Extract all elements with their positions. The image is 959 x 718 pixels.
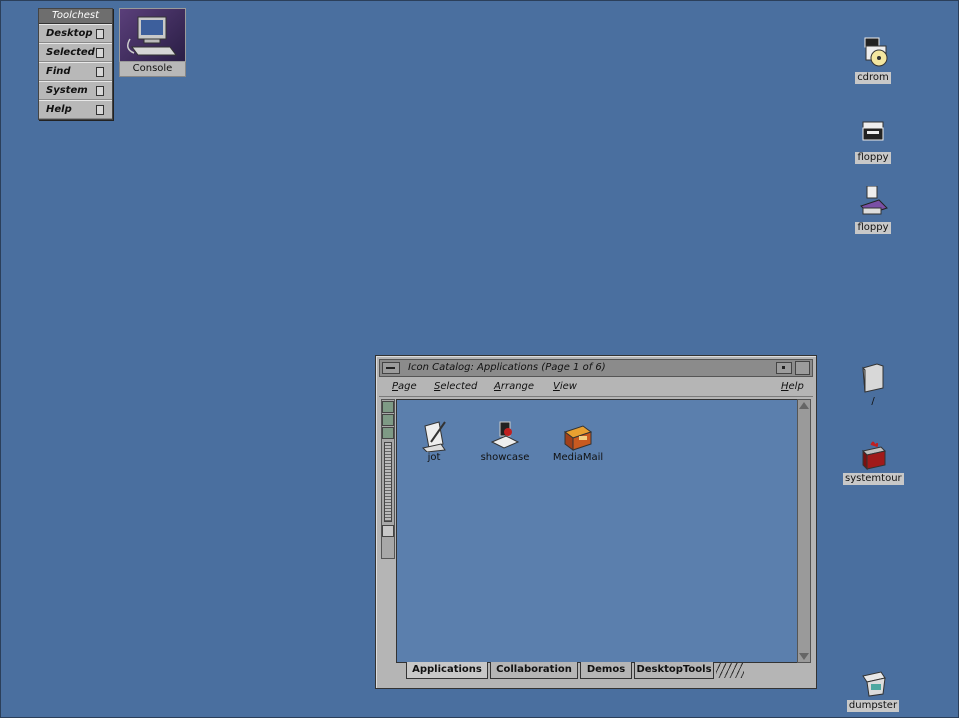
zoom-button[interactable] <box>382 427 394 439</box>
catalog-icon-showcase[interactable]: showcase <box>470 418 540 463</box>
tab-applications[interactable]: Applications <box>406 662 488 679</box>
window-title: Icon Catalog: Applications (Page 1 of 6) <box>408 362 606 373</box>
cdrom-label: cdrom <box>855 72 891 84</box>
folder-icon <box>853 360 893 394</box>
toolchest-item-selected[interactable]: Selected <box>39 43 112 62</box>
slider-end-button[interactable] <box>382 525 394 537</box>
catalog-icon-label: jot <box>427 452 441 463</box>
toolchest-item-help[interactable]: Help <box>39 100 112 119</box>
toolchest-item-label: Desktop <box>46 28 93 39</box>
icon-catalog-window: Icon Catalog: Applications (Page 1 of 6)… <box>375 355 817 689</box>
catalog-icon-area: jot showcase MediaMail <box>396 399 798 663</box>
size-slider[interactable] <box>384 442 392 522</box>
toolchest-item-label: Find <box>46 66 71 77</box>
toolchest-item-find[interactable]: Find <box>39 62 112 81</box>
grid-view-button[interactable] <box>382 414 394 426</box>
submenu-icon <box>96 105 104 115</box>
root-folder-desktop-icon[interactable]: / <box>843 360 903 408</box>
showcase-icon <box>488 418 522 452</box>
floppy-disk-icon <box>853 185 893 220</box>
tab-demos[interactable]: Demos <box>580 662 632 679</box>
submenu-icon <box>96 86 104 96</box>
catalog-icon-jot[interactable]: jot <box>399 418 469 463</box>
toolchest-item-label: Help <box>46 104 72 115</box>
cdrom-desktop-icon[interactable]: cdrom <box>843 36 903 84</box>
toolchest-item-desktop[interactable]: Desktop <box>39 24 112 43</box>
tab-desktoptools[interactable]: DesktopTools <box>634 662 714 679</box>
mediamail-icon <box>561 418 595 452</box>
page-control-bar <box>381 399 395 559</box>
maximize-button[interactable] <box>795 361 810 375</box>
submenu-icon <box>96 48 104 58</box>
floppy-label: floppy <box>855 222 891 234</box>
dumpster-label: dumpster <box>846 700 900 712</box>
menu-bar: Page Selected Arrange View Help <box>379 378 813 397</box>
vertical-scrollbar[interactable] <box>797 399 811 663</box>
submenu-icon <box>96 67 104 77</box>
floppy-label: floppy <box>855 152 891 164</box>
window-menu-button[interactable] <box>382 362 400 374</box>
menu-selected[interactable]: Selected <box>434 380 477 394</box>
gift-box-icon <box>853 437 893 471</box>
window-titlebar[interactable]: Icon Catalog: Applications (Page 1 of 6) <box>379 359 813 377</box>
toolchest-item-label: Selected <box>46 47 95 58</box>
console-icon-launcher[interactable]: Console <box>119 8 186 77</box>
scroll-up-arrow-icon[interactable] <box>799 402 809 409</box>
systemtour-desktop-icon[interactable]: systemtour <box>843 437 904 485</box>
menu-view[interactable]: View <box>553 380 577 394</box>
more-tabs-indicator[interactable] <box>716 662 744 678</box>
toolchest-item-system[interactable]: System <box>39 81 112 100</box>
systemtour-label: systemtour <box>843 473 904 485</box>
floppy-drive-icon <box>853 116 893 150</box>
submenu-icon <box>96 29 104 39</box>
minimize-button[interactable] <box>776 362 792 374</box>
toolchest: Toolchest Desktop Selected Find System H… <box>38 8 113 120</box>
catalog-icon-label: MediaMail <box>552 452 604 463</box>
toolchest-title: Toolchest <box>39 9 112 24</box>
floppy-desktop-icon-1[interactable]: floppy <box>843 116 903 164</box>
dumpster-icon <box>853 664 893 698</box>
scroll-down-arrow-icon[interactable] <box>799 653 809 660</box>
menu-arrange[interactable]: Arrange <box>494 380 534 394</box>
tab-collaboration[interactable]: Collaboration <box>490 662 578 679</box>
floppy-desktop-icon-2[interactable]: floppy <box>843 185 903 234</box>
menu-help[interactable]: Help <box>781 380 804 394</box>
console-monitor-icon <box>119 8 186 62</box>
catalog-icon-label: showcase <box>480 452 530 463</box>
jot-icon <box>417 418 451 453</box>
dumpster-desktop-icon[interactable]: dumpster <box>843 664 903 712</box>
view-mode-button[interactable] <box>382 401 394 413</box>
console-label: Console <box>119 62 186 77</box>
toolchest-item-label: System <box>46 85 88 96</box>
root-label: / <box>871 396 875 407</box>
cdrom-icon <box>853 36 893 70</box>
catalog-icon-mediamail[interactable]: MediaMail <box>543 418 613 463</box>
menu-page[interactable]: Page <box>392 380 417 394</box>
